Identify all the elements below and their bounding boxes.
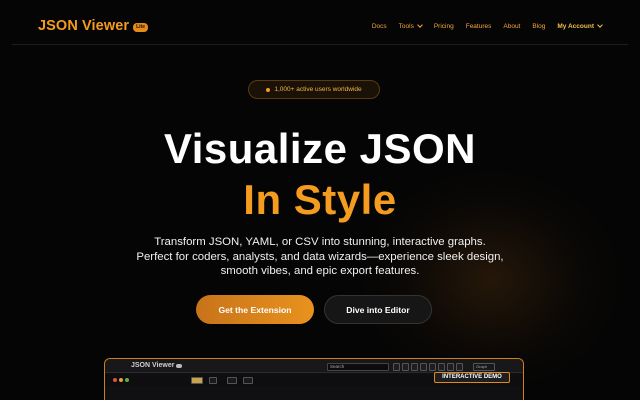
demo-chip[interactable]	[209, 377, 217, 384]
get-extension-button[interactable]: Get the Extension	[196, 295, 314, 324]
window-minimize-dot	[119, 378, 123, 382]
active-users-text: 1,000+ active users worldwide	[274, 86, 362, 93]
demo-tool-icon[interactable]	[393, 363, 400, 371]
demo-search-input[interactable]: Search	[327, 363, 389, 371]
hero-title: Visualize JSON	[163, 125, 477, 172]
demo-tool-icon[interactable]	[402, 363, 409, 371]
nav-link-blog[interactable]: Blog	[532, 23, 545, 30]
nav-link-docs[interactable]: Docs	[372, 23, 387, 30]
brand-logo[interactable]: JSON Viewer Lite	[38, 18, 148, 34]
window-close-dot	[113, 378, 117, 382]
brand-name: JSON Viewer	[38, 18, 130, 34]
brand-badge: Lite	[133, 22, 148, 32]
demo-tool-icon[interactable]	[456, 363, 463, 371]
nav-link-features[interactable]: Features	[466, 23, 492, 30]
demo-tool-icon[interactable]	[447, 363, 454, 371]
my-account-menu[interactable]: My Account	[557, 22, 603, 30]
active-users-badge: 1,000+ active users worldwide	[248, 80, 380, 99]
chevron-down-icon	[417, 22, 423, 28]
hero-description: Transform JSON, YAML, or CSV into stunni…	[136, 236, 504, 278]
nav-link-about[interactable]: About	[503, 23, 520, 30]
demo-brand-badge	[176, 363, 183, 368]
nav-links: Docs Tools Pricing Features About Blog M…	[372, 22, 603, 30]
my-account-label: My Account	[557, 22, 594, 30]
nav-link-tools-label: Tools	[398, 22, 414, 30]
demo-chip[interactable]	[227, 377, 237, 384]
hero-title-accent: In Style	[243, 176, 397, 223]
demo-tool-icon[interactable]	[411, 363, 418, 371]
nav-link-tools[interactable]: Tools	[398, 22, 423, 30]
demo-tool-icon[interactable]	[420, 363, 427, 371]
window-maximize-dot	[125, 378, 129, 382]
demo-chip[interactable]	[243, 377, 253, 384]
nav-link-pricing[interactable]: Pricing	[434, 23, 454, 30]
demo-toolbar: JSON Viewer Search Graph	[105, 359, 523, 373]
demo-brand-name: JSON Viewer	[131, 362, 175, 369]
interactive-demo-tag: INTERACTIVE DEMO	[434, 372, 510, 383]
top-nav: JSON Viewer Lite Docs Tools Pricing Feat…	[12, 8, 628, 45]
demo-brand: JSON Viewer	[131, 362, 183, 369]
demo-view-select[interactable]: Graph	[473, 363, 495, 371]
demo-chip[interactable]	[191, 377, 203, 384]
status-dot-icon	[266, 87, 271, 92]
demo-tool-icon[interactable]	[429, 363, 436, 371]
demo-tool-icon[interactable]	[438, 363, 445, 371]
dive-into-editor-button[interactable]: Dive into Editor	[324, 295, 432, 324]
chevron-down-icon	[597, 22, 603, 28]
